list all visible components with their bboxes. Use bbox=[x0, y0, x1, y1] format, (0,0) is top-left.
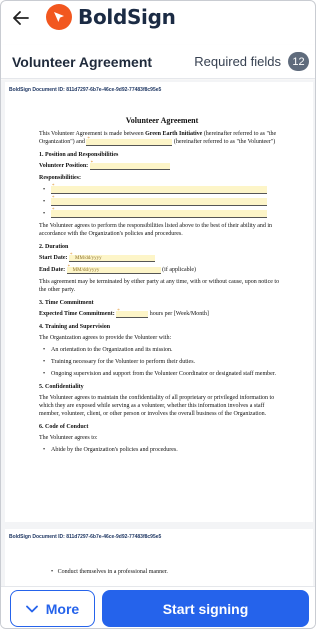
end-date-field[interactable]: * MM/dd/yyyy bbox=[66, 265, 161, 274]
end-date-placeholder: MM/dd/yyyy bbox=[72, 268, 100, 273]
responsibilities-label: Responsibilities: bbox=[39, 175, 82, 181]
conduct-item: • Abide by the Organization's policies an… bbox=[39, 446, 285, 454]
section-position-title: 1. Position and Responsibilities bbox=[39, 152, 119, 158]
chevron-down-icon bbox=[25, 605, 38, 613]
start-signing-button[interactable]: Start signing bbox=[102, 590, 309, 627]
document-title: Volunteer Agreement bbox=[12, 54, 153, 70]
end-date-row: End Date: * MM/dd/yyyy (if applicable) bbox=[39, 265, 285, 274]
arrow-left-icon[interactable] bbox=[11, 8, 31, 28]
required-marker: * bbox=[52, 208, 55, 213]
required-marker: * bbox=[67, 265, 71, 270]
app-bar: BoldSign bbox=[1, 1, 315, 35]
training-item-text: An orientation to the Organization and i… bbox=[51, 347, 173, 353]
section-time-title: 3. Time Commitment bbox=[39, 300, 94, 306]
document-page-2: BoldSign Document ID: 811d7297-6b7e-46ce… bbox=[5, 529, 313, 586]
bullet: • bbox=[43, 371, 46, 377]
position-label: Volunteer Position: bbox=[39, 163, 89, 169]
section-duration-title: 2. Duration bbox=[39, 244, 69, 250]
document-content: Volunteer Agreement This Volunteer Agree… bbox=[39, 117, 285, 458]
responsibility-field-1[interactable]: * bbox=[51, 184, 267, 194]
section-5-body: The Volunteer agrees to maintain the con… bbox=[39, 395, 275, 417]
action-bar: More Start signing bbox=[1, 586, 315, 628]
bullet: • bbox=[43, 187, 46, 193]
volunteer-position-field[interactable]: * bbox=[89, 161, 170, 170]
required-marker: * bbox=[87, 137, 90, 142]
required-marker: * bbox=[90, 161, 94, 166]
if-applicable-note: (if applicable) bbox=[162, 267, 196, 273]
section-training-title: 4. Training and Supervision bbox=[39, 324, 111, 330]
bullet: • bbox=[43, 359, 46, 365]
volunteer-name-field[interactable]: * bbox=[86, 137, 173, 146]
bullet: • bbox=[43, 347, 46, 353]
start-date-row: Start Date: * MM/dd/yyyy bbox=[39, 253, 285, 262]
training-item-text: Ongoing supervision and support from the… bbox=[51, 371, 276, 377]
logo-mark-icon bbox=[46, 4, 72, 30]
document-page-1: BoldSign Document ID: 811d7297-6b7e-46ce… bbox=[5, 82, 313, 522]
conduct-item-text: Abide by the Organization's policies and… bbox=[51, 447, 178, 453]
required-marker: * bbox=[117, 309, 120, 314]
document-header: Volunteer Agreement Required fields 12 bbox=[1, 45, 315, 79]
document-id-label: BoldSign Document ID: 811d7297-6b7e-46ce… bbox=[9, 534, 162, 540]
training-item: • Training necessary for the Volunteer to… bbox=[39, 358, 285, 366]
start-date-label: Start Date: bbox=[39, 255, 68, 261]
intro-text-end: (hereinafter referred to as "the Volunte… bbox=[172, 139, 276, 145]
logo-text: BoldSign bbox=[78, 5, 176, 29]
position-row: Volunteer Position: * bbox=[39, 161, 285, 170]
required-marker: * bbox=[52, 184, 55, 189]
required-marker: * bbox=[70, 253, 73, 258]
required-fields-count-badge[interactable]: 12 bbox=[288, 52, 309, 71]
time-commitment-row: Expected Time Commitment: * hours per [W… bbox=[39, 309, 285, 318]
page-2-partial-text: • Conduct themselves in a professional m… bbox=[51, 569, 168, 575]
bullet: • bbox=[43, 199, 46, 205]
section-4-intro: The Organization agrees to provide the V… bbox=[39, 335, 172, 341]
training-item: • Ongoing supervision and support from th… bbox=[39, 370, 285, 378]
boldsign-logo: BoldSign bbox=[46, 4, 176, 30]
training-item-text: Training necessary for the Volunteer to … bbox=[51, 359, 196, 365]
required-marker: * bbox=[52, 196, 55, 201]
responsibility-item-1: • * bbox=[39, 184, 285, 194]
section-2-body: This agreement may be terminated by eith… bbox=[39, 279, 280, 293]
time-commitment-suffix: hours per [Week/Month] bbox=[149, 311, 209, 317]
responsibility-field-3[interactable]: * bbox=[51, 208, 267, 218]
document-viewer[interactable]: BoldSign Document ID: 811d7297-6b7e-46ce… bbox=[1, 80, 315, 586]
training-item: • An orientation to the Organization and … bbox=[39, 346, 285, 354]
app-frame: BoldSign Volunteer Agreement Required fi… bbox=[0, 0, 316, 629]
bullet: • bbox=[43, 447, 46, 453]
section-6-intro: The Volunteer agrees to: bbox=[39, 435, 98, 441]
organization-name: Green Earth Initiative bbox=[145, 131, 203, 137]
section-conduct-title: 6. Code of Conduct bbox=[39, 424, 89, 430]
intro-text-start: This Volunteer Agreement is made between bbox=[39, 131, 146, 137]
bullet: • bbox=[43, 211, 46, 217]
required-fields-label[interactable]: Required fields bbox=[194, 54, 281, 69]
start-date-field[interactable]: * MM/dd/yyyy bbox=[69, 253, 155, 262]
section-1-body: The Volunteer agrees to perform the resp… bbox=[39, 223, 273, 237]
responsibility-item-3: • * bbox=[39, 208, 285, 218]
responsibilities-row: Responsibilities: bbox=[39, 174, 285, 182]
agreement-title: Volunteer Agreement bbox=[125, 116, 199, 125]
responsibility-item-2: • * bbox=[39, 196, 285, 206]
more-button-label: More bbox=[45, 600, 80, 617]
conduct-item-text: Conduct themselves in a professional man… bbox=[57, 569, 168, 575]
start-date-placeholder: MM/dd/yyyy bbox=[75, 256, 102, 261]
intro-paragraph: This Volunteer Agreement is made between… bbox=[39, 130, 285, 146]
responsibility-field-2[interactable]: * bbox=[51, 196, 267, 206]
time-commitment-field[interactable]: * bbox=[116, 309, 149, 318]
time-commitment-label: Expected Time Commitment: bbox=[39, 311, 115, 317]
end-date-label: End Date: bbox=[39, 267, 66, 273]
document-id-label: BoldSign Document ID: 811d7297-6b7e-46ce… bbox=[9, 87, 162, 93]
section-confidentiality-title: 5. Confidentiality bbox=[39, 384, 84, 390]
more-button[interactable]: More bbox=[10, 590, 95, 627]
